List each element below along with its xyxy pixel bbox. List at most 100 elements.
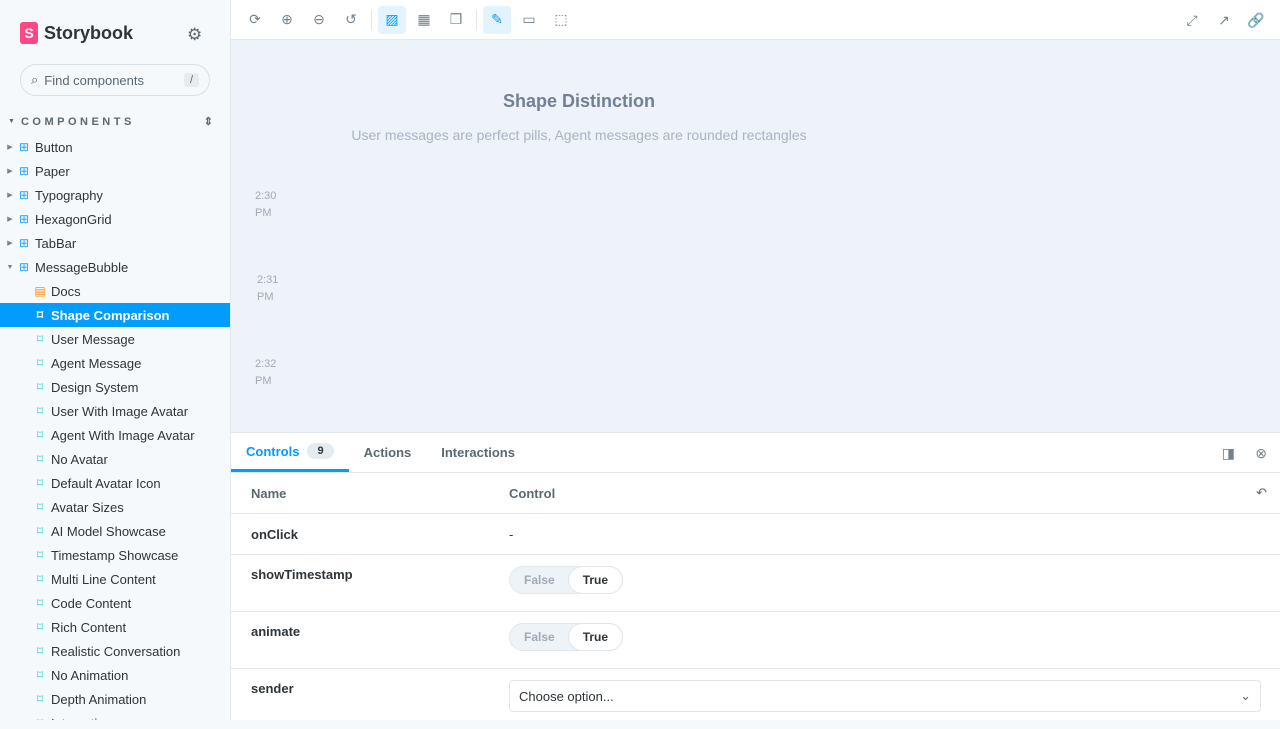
- sidebar-item-story[interactable]: ⌑ No Avatar: [0, 447, 230, 471]
- sidebar-item-component[interactable]: ▶ ⊞ TabBar: [0, 231, 230, 255]
- sidebar-item-story[interactable]: ⌑ Rich Content: [0, 615, 230, 639]
- sidebar-item-docs[interactable]: ▤ Docs: [0, 279, 230, 303]
- pencil-icon[interactable]: ✎: [483, 5, 511, 34]
- expand-collapse-icon[interactable]: ⇕: [204, 115, 213, 128]
- animate-toggle[interactable]: False True: [509, 623, 624, 651]
- component-icon: ⊞: [18, 140, 30, 154]
- brand-name: Storybook: [44, 22, 134, 43]
- addons-panel: Controls 9 Actions Interactions ◨ ⊗ Name C…: [231, 432, 1280, 720]
- bookmark-icon: ⌑: [36, 428, 44, 442]
- item-label: Default Avatar Icon: [51, 475, 161, 491]
- component-tree: ▶ ⊞ Button ▶ ⊞ Paper ▶ ⊞ Typography ▶ ⊞ HexagonGrid…: [0, 135, 230, 720]
- sidebar-item-story[interactable]: ⌑ User With Image Avatar: [0, 399, 230, 423]
- story-title: Shape Distinction: [502, 91, 655, 111]
- bookmark-icon: ⌑: [36, 596, 44, 610]
- control-name: animate: [251, 624, 301, 639]
- tab-actions[interactable]: Actions: [349, 433, 427, 472]
- sidebar-item-component[interactable]: ▶ ⊞ Paper: [0, 159, 230, 183]
- timestamp-time: 2:32: [255, 358, 277, 370]
- tab-controls[interactable]: Controls 9: [231, 433, 349, 472]
- sidebar-item-story[interactable]: ⌑ Default Avatar Icon: [0, 471, 230, 495]
- search-input[interactable]: ⌕ Find components /: [20, 64, 210, 96]
- toolbar: ⟳ ⊕ ⊖ ↺ ▨ ▦ ❐ ✎ ▭ ⬚ ⤢ ↗ 🔗: [231, 0, 1280, 40]
- sidebar-item-story[interactable]: ⌑ Shape Comparison: [0, 303, 230, 327]
- item-label: No Avatar: [51, 451, 108, 467]
- storybook-logo[interactable]: S Storybook: [20, 22, 133, 44]
- sidebar-item-story[interactable]: ⌑ Design System: [0, 375, 230, 399]
- sidebar-item-story[interactable]: ⌑ Code Content: [0, 591, 230, 615]
- item-label: Design System: [51, 379, 139, 395]
- sidebar-item-story[interactable]: ⌑ Depth Animation: [0, 687, 230, 711]
- item-label: Agent With Image Avatar: [51, 427, 195, 443]
- toggle-true[interactable]: True: [568, 567, 623, 593]
- timestamp: 2:30 PM: [255, 188, 285, 222]
- close-panel-icon[interactable]: ⊗: [1255, 445, 1267, 462]
- sidebar-item-story[interactable]: ⌑ User Message: [0, 327, 230, 351]
- item-label: Agent Message: [51, 355, 142, 371]
- item-label: Code Content: [51, 595, 132, 611]
- control-name: showTimestamp: [251, 567, 353, 582]
- caret-right-icon: ▶: [7, 168, 13, 175]
- grid-icon[interactable]: ▦: [410, 6, 438, 34]
- sidebar-item-story[interactable]: ⌑ Multi Line Content: [0, 567, 230, 591]
- sidebar-item-story[interactable]: ⌑ Realistic Conversation: [0, 639, 230, 663]
- open-new-tab-icon[interactable]: ↗: [1210, 6, 1238, 34]
- bookmark-icon: ⌑: [36, 452, 44, 466]
- viewport-icon[interactable]: ❐: [442, 6, 470, 34]
- tab-label: Controls: [246, 443, 300, 459]
- caret-down-icon: ▼: [6, 263, 14, 271]
- zoom-out-icon[interactable]: ⊖: [305, 6, 333, 34]
- zoom-in-icon[interactable]: ⊕: [273, 6, 301, 34]
- timestamp-time: 2:30: [255, 190, 277, 202]
- timestamp-time: 2:31: [257, 274, 279, 286]
- reload-icon[interactable]: ⟳: [241, 6, 269, 34]
- ruler-icon[interactable]: ▭: [515, 6, 543, 34]
- bookmark-icon: ⌑: [36, 692, 44, 706]
- outline-icon[interactable]: ⬚: [547, 6, 575, 34]
- bookmark-icon: ⌑: [36, 668, 44, 682]
- toggle-false[interactable]: False: [510, 567, 569, 593]
- sender-select[interactable]: Choose option... ⌄: [509, 680, 1261, 712]
- fullscreen-icon[interactable]: ⤢: [1178, 6, 1206, 34]
- showtimestamp-toggle[interactable]: False True: [509, 566, 624, 594]
- search-shortcut: /: [183, 73, 199, 87]
- timestamp: 2:31 PM: [257, 272, 287, 306]
- sidebar-item-story[interactable]: ⌑ Avatar Sizes: [0, 495, 230, 519]
- panel-orientation-icon[interactable]: ◨: [1222, 445, 1235, 462]
- sidebar-item-story[interactable]: ⌑ No Animation: [0, 663, 230, 687]
- item-label: Rich Content: [51, 619, 127, 635]
- control-name: sender: [251, 681, 294, 696]
- toggle-false[interactable]: False: [510, 624, 569, 650]
- sidebar-item-story[interactable]: ⌑Interactive: [0, 711, 230, 721]
- link-icon[interactable]: 🔗: [1242, 6, 1270, 34]
- sidebar-item-story[interactable]: ⌑ Agent Message: [0, 351, 230, 375]
- component-icon: ⊞: [18, 188, 30, 202]
- sidebar-item-component[interactable]: ▶ ⊞ Button: [0, 135, 230, 159]
- toggle-true[interactable]: True: [568, 624, 623, 650]
- caret-down-icon: ▼: [8, 118, 15, 125]
- sidebar-item-component[interactable]: ▶ ⊞ HexagonGrid: [0, 207, 230, 231]
- tab-interactions[interactable]: Interactions: [426, 433, 530, 472]
- gear-icon[interactable]: ⚙: [187, 25, 202, 45]
- search-placeholder: Find components: [44, 72, 145, 88]
- sidebar-item-story[interactable]: ⌑ Agent With Image Avatar: [0, 423, 230, 447]
- caret-right-icon: ▶: [7, 240, 13, 247]
- item-label: Depth Animation: [51, 691, 147, 707]
- sidebar-item-component[interactable]: ▶ ⊞ Typography: [0, 183, 230, 207]
- sidebar-item-story[interactable]: ⌑ Timestamp Showcase: [0, 543, 230, 567]
- sidebar-item-story[interactable]: ⌑ AI Model Showcase: [0, 519, 230, 543]
- sidebar-item-component[interactable]: ▼ ⊞ MessageBubble: [0, 255, 230, 279]
- search-icon: ⌕: [31, 72, 39, 87]
- bookmark-icon: ⌑: [36, 524, 44, 538]
- story-subtitle: User messages are perfect pills, Agent m…: [351, 127, 807, 143]
- control-row-onclick: onClick -: [231, 514, 1280, 555]
- item-label: Interactive: [51, 716, 111, 721]
- zoom-reset-icon[interactable]: ↺: [337, 6, 365, 34]
- background-image-icon[interactable]: ▨: [378, 5, 406, 34]
- component-icon: ⊞: [18, 164, 30, 178]
- section-components[interactable]: ▼ COMPONENTS ⇕: [8, 115, 213, 129]
- item-label: Docs: [51, 283, 81, 299]
- reset-icon[interactable]: ↶: [1256, 485, 1267, 501]
- item-label: MessageBubble: [35, 259, 129, 275]
- bookmark-icon: ⌑: [36, 356, 44, 370]
